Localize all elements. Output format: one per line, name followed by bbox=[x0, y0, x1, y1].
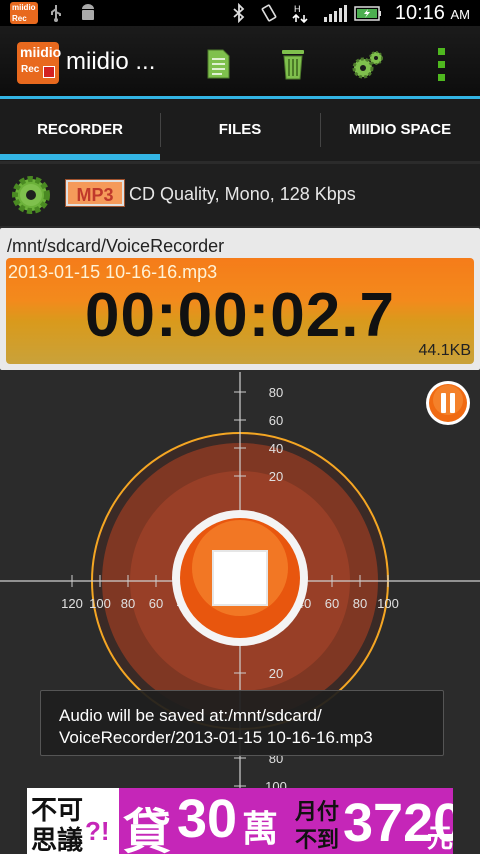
recording-panel: /mnt/sdcard/VoiceRecorder 2013-01-15 10-… bbox=[0, 228, 480, 370]
ad-text-5: 30 bbox=[177, 789, 238, 849]
status-time: 10:16 AM bbox=[394, 2, 470, 24]
stop-square-icon bbox=[212, 550, 268, 606]
ad-text-4: 貸 bbox=[123, 806, 172, 854]
logo-text: miidio bbox=[20, 44, 62, 60]
document-icon[interactable] bbox=[198, 44, 238, 84]
ad-text-2: 思議 bbox=[31, 825, 84, 854]
vibrate-icon bbox=[261, 4, 277, 22]
pause-button[interactable] bbox=[425, 380, 471, 426]
status-bar: miidio Rec H 10:16 AM bbox=[0, 0, 480, 26]
stop-button[interactable] bbox=[170, 508, 310, 648]
app-title: miidio ... bbox=[66, 48, 156, 75]
scale-label-top: 40 bbox=[269, 441, 283, 456]
miidio-notification-icon: miidio Rec bbox=[10, 2, 38, 24]
ad-banner[interactable]: 不可 思議 ?! 貸 30 萬 月付 不到 3720 元 bbox=[27, 788, 453, 854]
ad-text-6: 萬 bbox=[242, 808, 279, 849]
scale-label-bottom: 20 bbox=[269, 666, 283, 681]
bluetooth-icon bbox=[233, 3, 245, 23]
ad-text-10: 元 bbox=[427, 823, 453, 853]
network-activity-icon: H bbox=[292, 4, 308, 23]
quality-description[interactable]: CD Quality, Mono, 128 Kbps bbox=[129, 184, 356, 205]
recording-timer: 00:00:02.7 bbox=[85, 281, 395, 350]
scale-label-top: 60 bbox=[269, 413, 283, 428]
recording-size: 44.1KB bbox=[418, 342, 471, 359]
signal-icon bbox=[324, 5, 347, 22]
tab-recorder[interactable]: RECORDER bbox=[0, 99, 160, 157]
toast-line-1: Audio will be saved at:/mnt/sdcard/ bbox=[59, 706, 322, 725]
overflow-menu-icon[interactable] bbox=[424, 44, 460, 84]
scale-label-top: 20 bbox=[269, 469, 283, 484]
battery-icon bbox=[354, 6, 381, 21]
selected-tab-indicator bbox=[0, 154, 160, 160]
settings-gears-icon[interactable] bbox=[348, 44, 388, 84]
settings-gear-icon[interactable] bbox=[10, 174, 52, 216]
app-logo[interactable]: miidio Rec bbox=[17, 42, 62, 84]
ad-text-3: ?! bbox=[85, 816, 110, 846]
scale-label-left: 100 bbox=[89, 596, 111, 611]
tab-miidio-space[interactable]: MIIDIO SPACE bbox=[320, 99, 480, 157]
svg-text:H: H bbox=[294, 4, 301, 14]
logo-subtext: Rec bbox=[21, 64, 40, 75]
quality-settings-bar: MP3 CD Quality, Mono, 128 Kbps bbox=[0, 164, 480, 226]
save-location-toast: Audio will be saved at:/mnt/sdcard/ Voic… bbox=[40, 690, 444, 756]
tab-files[interactable]: FILES bbox=[160, 99, 320, 157]
trash-icon[interactable] bbox=[273, 44, 313, 84]
toast-line-2: VoiceRecorder/2013-01-15 10-16-16.mp3 bbox=[59, 728, 373, 747]
android-debug-icon bbox=[82, 4, 94, 20]
record-dot-icon bbox=[43, 66, 55, 78]
scale-label-bottom: 100 bbox=[265, 779, 287, 788]
scale-label-left: 60 bbox=[149, 596, 163, 611]
format-badge[interactable]: MP3 bbox=[65, 179, 125, 207]
recording-card: 2013-01-15 10-16-16.mp3 00:00:02.7 44.1K… bbox=[6, 258, 474, 364]
scale-label-left: 120 bbox=[61, 596, 83, 611]
usb-icon bbox=[51, 5, 61, 22]
save-path: /mnt/sdcard/VoiceRecorder bbox=[7, 236, 225, 256]
scale-label-top: 80 bbox=[269, 385, 283, 400]
tab-bar: RECORDER FILES MIIDIO SPACE bbox=[0, 99, 480, 161]
scale-label-right: 100 bbox=[377, 596, 399, 611]
scale-label-right: 60 bbox=[325, 596, 339, 611]
scale-label-right: 80 bbox=[353, 596, 367, 611]
ad-text-8: 不到 bbox=[295, 827, 340, 852]
scale-label-left: 80 bbox=[121, 596, 135, 611]
action-bar: miidio Rec miidio ... bbox=[0, 26, 480, 99]
